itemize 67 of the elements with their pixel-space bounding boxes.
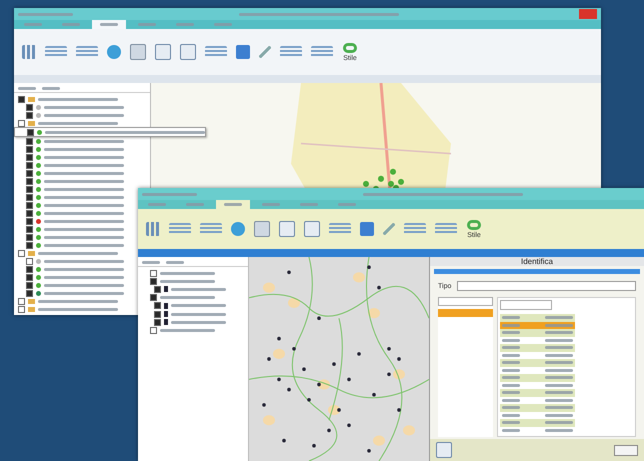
- blurred-text: [142, 261, 160, 264]
- checkbox[interactable]: [154, 286, 161, 293]
- grid-icon[interactable]: [22, 45, 36, 59]
- document-icon[interactable]: [436, 442, 452, 458]
- checkbox[interactable]: [26, 186, 33, 192]
- blurred-text: [18, 87, 36, 90]
- folder-icon: [28, 250, 35, 256]
- checkbox[interactable]: [26, 282, 33, 288]
- checkbox[interactable]: [26, 154, 33, 160]
- blurred-text: [160, 280, 215, 283]
- blurred-text: [171, 288, 226, 291]
- checkbox[interactable]: [150, 326, 157, 334]
- blurred-text: [142, 192, 197, 196]
- blurred-text: [166, 261, 184, 264]
- checkbox[interactable]: [26, 258, 33, 264]
- document-icon[interactable]: [180, 44, 196, 60]
- checkbox[interactable]: [18, 306, 25, 312]
- checkbox[interactable]: [18, 250, 25, 256]
- checkbox[interactable]: [26, 146, 33, 152]
- checkbox[interactable]: [26, 210, 33, 216]
- marker-icon: [164, 311, 168, 318]
- globe-icon[interactable]: [107, 45, 121, 59]
- checkbox[interactable]: [26, 234, 33, 240]
- checkbox[interactable]: [150, 278, 157, 285]
- checkbox[interactable]: [26, 290, 33, 296]
- folder-icon: [28, 120, 35, 126]
- checkbox[interactable]: [18, 298, 25, 304]
- checkbox[interactable]: [18, 96, 25, 102]
- checkbox[interactable]: [26, 274, 33, 280]
- checkbox[interactable]: [154, 310, 161, 318]
- document-icon[interactable]: [304, 221, 320, 237]
- type-dropdown[interactable]: [457, 281, 636, 291]
- checkbox[interactable]: [150, 294, 157, 302]
- checkbox[interactable]: [26, 112, 33, 118]
- marker-icon: [164, 286, 168, 292]
- document-icon[interactable]: [155, 44, 171, 60]
- checkbox[interactable]: [150, 270, 157, 277]
- blurred-text: [18, 12, 73, 16]
- blurred-text: [160, 272, 215, 275]
- dialog-title: Identifica: [520, 257, 554, 266]
- grid-icon[interactable]: [146, 222, 160, 236]
- checkbox[interactable]: [26, 242, 33, 248]
- blurred-text: [42, 87, 60, 90]
- folder-icon: [28, 96, 35, 102]
- checkbox[interactable]: [26, 266, 33, 272]
- checkbox[interactable]: [26, 162, 33, 168]
- blurred-text: [171, 304, 226, 308]
- document-icon[interactable]: [279, 221, 295, 237]
- checkbox[interactable]: [154, 318, 161, 326]
- marker-icon: [164, 319, 168, 326]
- checkbox[interactable]: [26, 226, 33, 232]
- checkbox[interactable]: [26, 218, 33, 224]
- close-button[interactable]: [614, 444, 638, 456]
- checkbox[interactable]: [27, 128, 34, 136]
- checkbox[interactable]: [154, 302, 161, 310]
- blurred-text: [160, 296, 215, 300]
- checkbox[interactable]: [18, 120, 25, 126]
- checkbox[interactable]: [26, 138, 33, 144]
- blurred-text: [160, 328, 215, 332]
- checkbox[interactable]: [26, 194, 33, 200]
- marker-icon: [164, 302, 168, 309]
- blurred-text: [171, 312, 226, 316]
- blurred-text: [171, 320, 226, 324]
- checkbox[interactable]: [26, 202, 33, 208]
- checkbox[interactable]: [26, 104, 33, 110]
- checkbox[interactable]: [26, 178, 33, 184]
- checkbox[interactable]: [26, 170, 33, 176]
